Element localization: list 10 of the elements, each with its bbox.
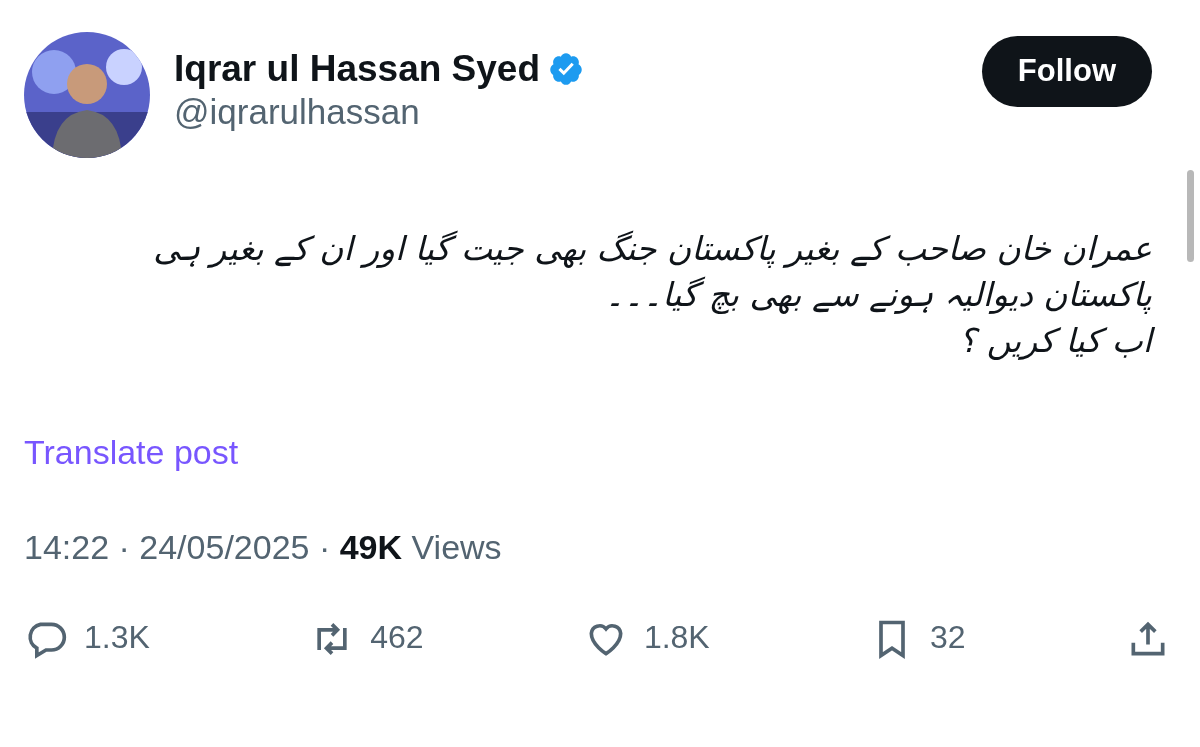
translate-link[interactable]: Translate post xyxy=(24,432,239,471)
action-count: 1.3K xyxy=(84,617,150,657)
scrollbar[interactable] xyxy=(1187,170,1194,262)
author-handle[interactable]: @iqrarulhassan xyxy=(174,90,982,133)
author-name[interactable]: Iqrar ul Hassan Syed xyxy=(174,48,541,91)
action-count: 1.8K xyxy=(643,617,710,657)
post-meta: 14:22 · 24/05/2025 · 49K Views xyxy=(24,527,502,566)
action-count: 32 xyxy=(930,617,966,657)
action-count: 462 xyxy=(370,617,424,657)
follow-button[interactable]: Follow xyxy=(981,36,1152,107)
